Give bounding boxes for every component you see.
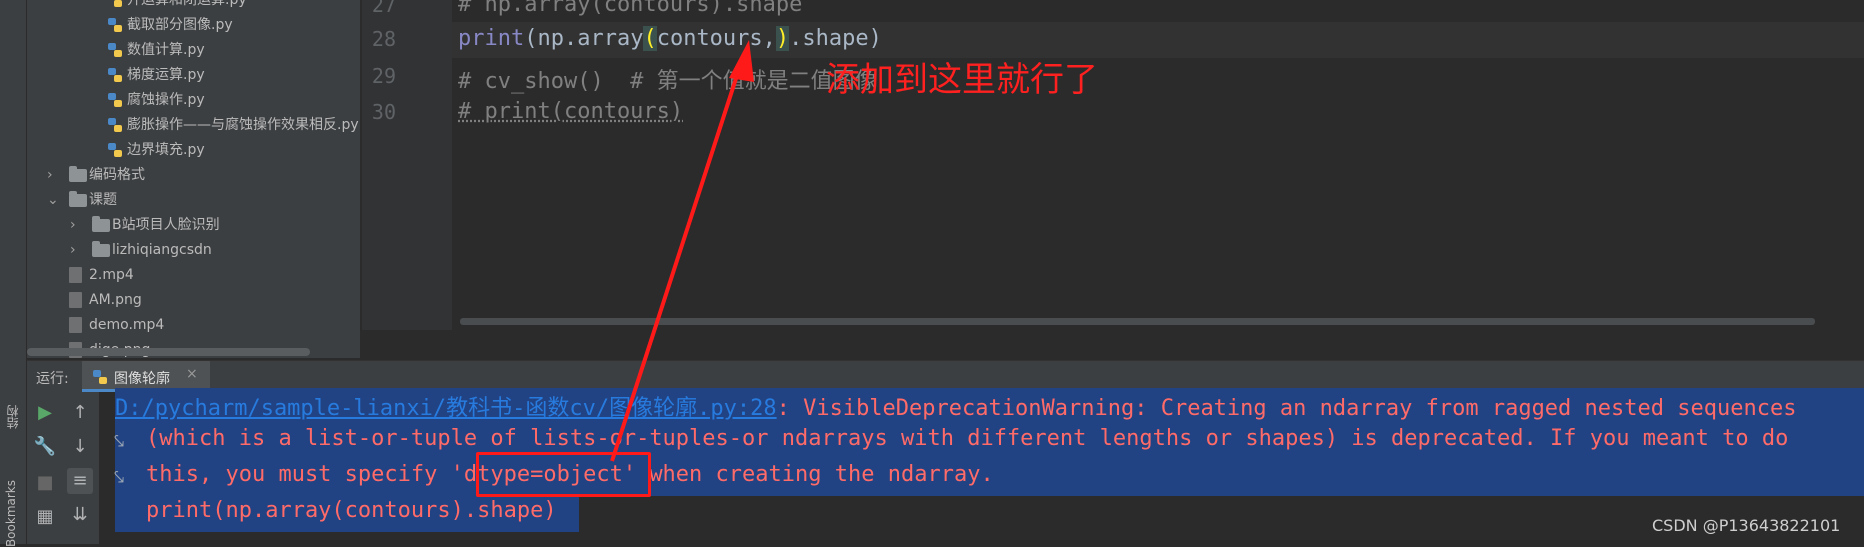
annotation-highlight-box [476, 452, 651, 497]
watermark: CSDN @P13643822101 [1652, 516, 1841, 535]
annotation-text: 添加到这里就行了 [826, 60, 1098, 100]
